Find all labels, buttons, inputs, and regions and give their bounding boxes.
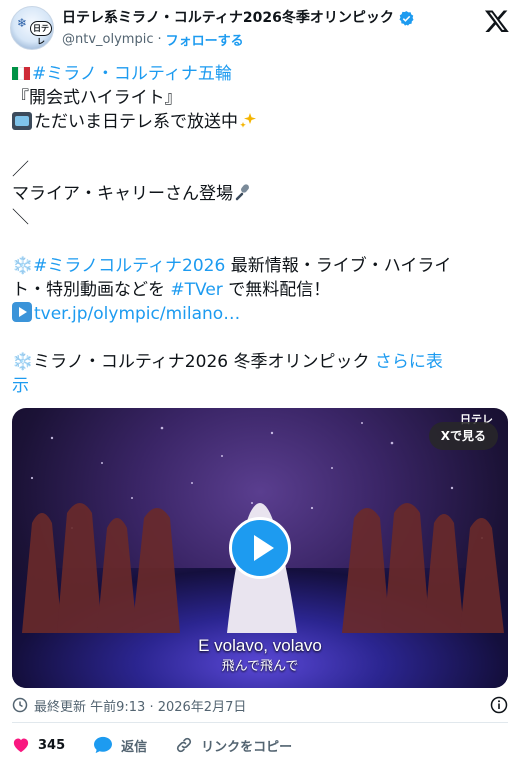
broadcast-text: ただいま日テレ系で放送中 xyxy=(34,112,238,132)
video-player[interactable]: 日テレ Xで見る E volavo, volavo 飛んで飛んで xyxy=(12,408,508,688)
verified-badge-icon xyxy=(399,10,414,26)
tv-icon xyxy=(12,112,32,130)
display-name[interactable]: 日テレ系ミラノ・コルティナ2026冬季オリンピック xyxy=(62,8,394,28)
x-logo-icon[interactable] xyxy=(484,8,510,34)
hashtag-milanocortina2026[interactable]: #ミラノコルティナ2026 xyxy=(33,256,225,276)
display-name-row: 日テレ系ミラノ・コルティナ2026冬季オリンピック xyxy=(62,8,415,28)
bracket-open: ／ xyxy=(12,160,29,180)
show-more-link-cont[interactable]: 示 xyxy=(12,376,29,396)
microphone-icon xyxy=(235,184,249,201)
tweet-line-13: ❄️ミラノ・コルティナ2026 冬季オリンピック さらに表 xyxy=(12,350,508,374)
avatar-logo-text: 日テレ xyxy=(33,24,49,46)
tweet-line-11: tver.jp/olympic/milano… xyxy=(12,302,508,326)
snowflake-icon: ❄️ xyxy=(12,352,34,372)
tweet-line-1: #ミラノ・コルティナ五輪 xyxy=(12,62,508,86)
tweet-header: ❄ 日テレ 日テレ系ミラノ・コルティナ2026冬季オリンピック @ntv_oly… xyxy=(10,6,510,52)
subtitle-japanese: 飛んで飛んで xyxy=(221,659,299,674)
reply-icon xyxy=(94,736,113,754)
avatar-logo: 日テレ xyxy=(30,21,52,46)
subtitle-english: E volavo, volavo xyxy=(198,636,322,655)
highlight-title: 『開会式ハイライト』 xyxy=(12,88,182,108)
copy-link-button[interactable]: リンクをコピー xyxy=(175,736,292,755)
copy-link-label: リンクをコピー xyxy=(201,739,293,755)
tweet-text-segment: ミラノ・コルティナ2026 冬季オリンピック xyxy=(33,352,375,372)
tweet-line-10: ト・特別動画などを #TVer で無料配信！ xyxy=(12,278,508,302)
last-updated-timestamp[interactable]: 最終更新 午前9:13 · 2026年2月7日 xyxy=(34,696,246,715)
like-count: 345 xyxy=(38,737,66,753)
reply-button[interactable]: 返信 xyxy=(93,736,147,755)
sparkle-icon xyxy=(240,113,256,128)
play-arrow-icon xyxy=(12,302,32,322)
mariah-carey-text: マライア・キャリーさん登場 xyxy=(12,184,233,204)
watch-on-x-button[interactable]: Xで見る xyxy=(428,422,498,450)
tweet-line-14: 示 xyxy=(12,374,508,398)
hashtag-milano-cortina-olympics[interactable]: #ミラノ・コルティナ五輪 xyxy=(32,64,232,84)
separator-dot: · xyxy=(157,31,162,47)
snowflake-icon: ❄️ xyxy=(12,256,34,276)
reply-label: 返信 xyxy=(121,739,148,755)
tweet-text: #ミラノ・コルティナ五輪 『開会式ハイライト』 ただいま日テレ系で放送中 ／ マ… xyxy=(12,62,508,398)
clock-icon xyxy=(12,697,28,713)
bracket-close: ＼ xyxy=(12,208,29,228)
tweet-line-3: ただいま日テレ系で放送中 xyxy=(12,110,508,134)
tweet-line-6: マライア・キャリーさん登場 xyxy=(12,182,508,206)
divider xyxy=(12,722,508,723)
heart-icon xyxy=(13,738,29,753)
italy-flag-icon xyxy=(12,63,30,80)
play-button-icon[interactable] xyxy=(229,517,291,579)
link-icon xyxy=(177,737,192,753)
action-bar: 345 返信 リンクをコピー xyxy=(12,734,320,756)
snowflake-icon: ❄ xyxy=(17,16,28,30)
show-more-link[interactable]: さらに表 xyxy=(375,352,443,372)
info-icon[interactable] xyxy=(490,696,508,714)
avatar[interactable]: ❄ 日テレ xyxy=(10,6,54,50)
follow-button[interactable]: フォローする xyxy=(166,30,244,49)
tweet-text-segment: で無料配信！ xyxy=(222,280,331,300)
tweet-text-segment: 最新情報・ライブ・ハイライ xyxy=(225,256,452,276)
tweet-line-7: ＼ xyxy=(12,206,508,230)
tweet-text-segment: ト・特別動画などを xyxy=(12,280,171,300)
like-button[interactable]: 345 xyxy=(12,736,65,754)
handle-row: @ntv_olympic · フォローする xyxy=(62,29,244,49)
tweet-line-2: 『開会式ハイライト』 xyxy=(12,86,508,110)
tweet-line-5: ／ xyxy=(12,158,508,182)
tweet-line-9: ❄️#ミラノコルティナ2026 最新情報・ライブ・ハイライ xyxy=(12,254,508,278)
tver-link[interactable]: tver.jp/olympic/milano… xyxy=(34,304,240,324)
user-handle[interactable]: @ntv_olympic xyxy=(62,32,153,47)
tweet-meta: 最終更新 午前9:13 · 2026年2月7日 xyxy=(12,694,508,716)
hashtag-tver[interactable]: #TVer xyxy=(170,280,222,300)
